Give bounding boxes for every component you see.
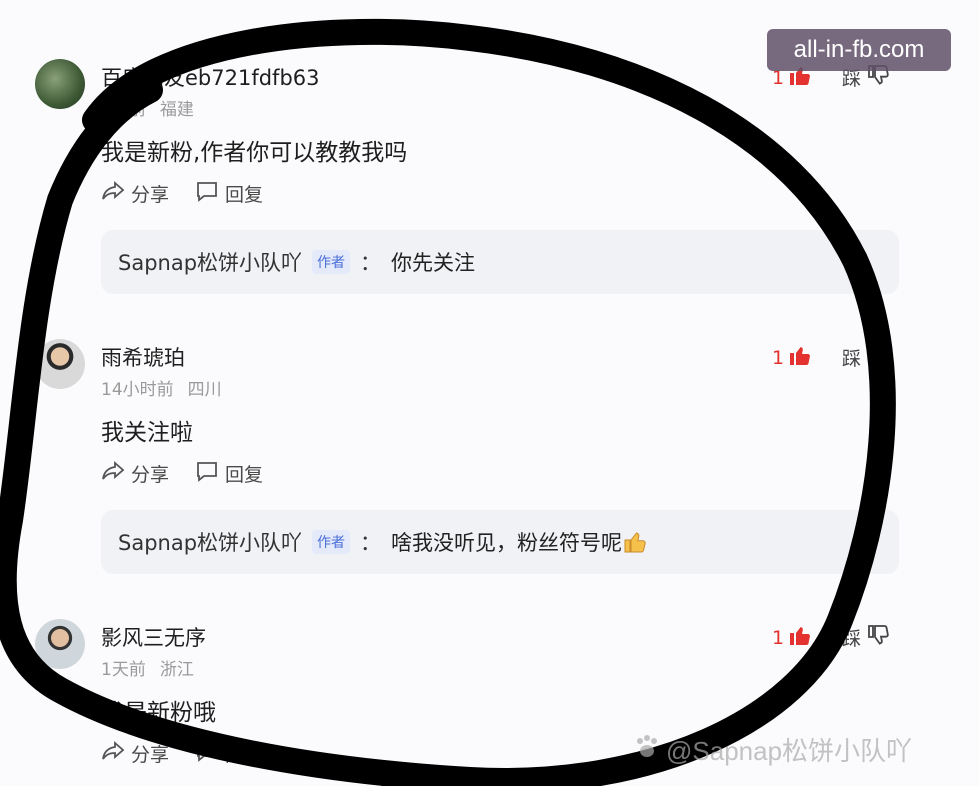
share-icon	[101, 460, 125, 487]
reply-label: 回复	[225, 744, 264, 766]
share-label: 分享	[131, 744, 170, 766]
reply-button[interactable]: 回复	[195, 740, 263, 767]
share-button[interactable]: 分享	[101, 740, 169, 767]
username[interactable]: 雨希琥珀	[101, 342, 185, 372]
reply-label: 回复	[225, 184, 264, 206]
like-button[interactable]: 1	[772, 623, 812, 652]
dislike-label: 踩	[842, 348, 862, 370]
comment-bubble-icon	[195, 740, 219, 767]
reply-button[interactable]: 回复	[195, 460, 263, 487]
reply-author-name[interactable]: Sapnap松饼小队吖	[118, 527, 302, 557]
watermark-bottom-text: @Sapnap松饼小队吖	[666, 736, 913, 766]
thumbs-up-icon	[788, 623, 812, 652]
share-label: 分享	[131, 464, 170, 486]
comment-time: 14小时前	[101, 380, 174, 400]
avatar[interactable]	[35, 339, 85, 389]
author-reply[interactable]: Sapnap松饼小队吖 作者 ： 你先关注	[101, 230, 899, 294]
reply-text: 啥我没听见，粉丝符号呢	[391, 531, 623, 555]
avatar[interactable]	[35, 619, 85, 669]
thumbs-down-icon	[865, 343, 891, 372]
author-reply[interactable]: Sapnap松饼小队吖 作者 ： 啥我没听见，粉丝符号呢	[101, 510, 899, 574]
comment-text: 我是新粉哦	[101, 700, 216, 726]
thumbs-down-icon	[865, 623, 891, 652]
dislike-button[interactable]: 踩	[842, 343, 891, 372]
comment-location: 浙江	[159, 660, 194, 680]
share-label: 分享	[131, 184, 170, 206]
like-button[interactable]: 1	[772, 343, 812, 372]
reply-author-name[interactable]: Sapnap松饼小队吖	[118, 247, 302, 277]
comment-text: 我关注啦	[101, 420, 193, 446]
comment-meta: 1天前 福建	[101, 95, 194, 120]
comment-actions: 分享 回复	[101, 180, 263, 207]
comment-actions: 分享 回复	[101, 740, 263, 767]
share-icon	[101, 740, 125, 767]
comment-bubble-icon	[195, 460, 219, 487]
comment-location: 四川	[187, 380, 222, 400]
comment-time: 1天前	[101, 100, 146, 120]
thumbs-up-emoji-icon	[622, 529, 648, 555]
share-button[interactable]: 分享	[101, 460, 169, 487]
reply-text: 你先关注	[391, 251, 476, 275]
watermark-top: all-in-fb.com	[767, 29, 951, 71]
username[interactable]: 影风三无序	[101, 622, 206, 652]
comment-actions: 分享 回复	[101, 460, 263, 487]
username[interactable]: 百度网友eb721fdfb63	[101, 62, 320, 92]
dislike-label: 踩	[842, 628, 862, 650]
like-count: 1	[772, 626, 785, 649]
reply-button[interactable]: 回复	[195, 180, 263, 207]
watermark-bottom: @Sapnap松饼小队吖	[632, 731, 912, 768]
like-count: 1	[772, 346, 785, 369]
avatar[interactable]	[35, 59, 85, 109]
paw-icon	[632, 733, 662, 766]
thumbs-up-icon	[788, 343, 812, 372]
author-tag: 作者	[312, 530, 351, 554]
share-icon	[101, 180, 125, 207]
comment-time: 1天前	[101, 660, 146, 680]
comment-location: 福建	[159, 100, 194, 120]
reply-colon: ：	[360, 251, 382, 275]
comment-meta: 14小时前 四川	[101, 375, 222, 400]
reply-colon: ：	[360, 531, 382, 555]
author-tag: 作者	[312, 250, 351, 274]
share-button[interactable]: 分享	[101, 180, 169, 207]
comment-text: 我是新粉,作者你可以教教我吗	[101, 140, 408, 166]
comment-meta: 1天前 浙江	[101, 655, 194, 680]
reply-label: 回复	[225, 464, 264, 486]
comment-bubble-icon	[195, 180, 219, 207]
dislike-button[interactable]: 踩	[842, 623, 891, 652]
